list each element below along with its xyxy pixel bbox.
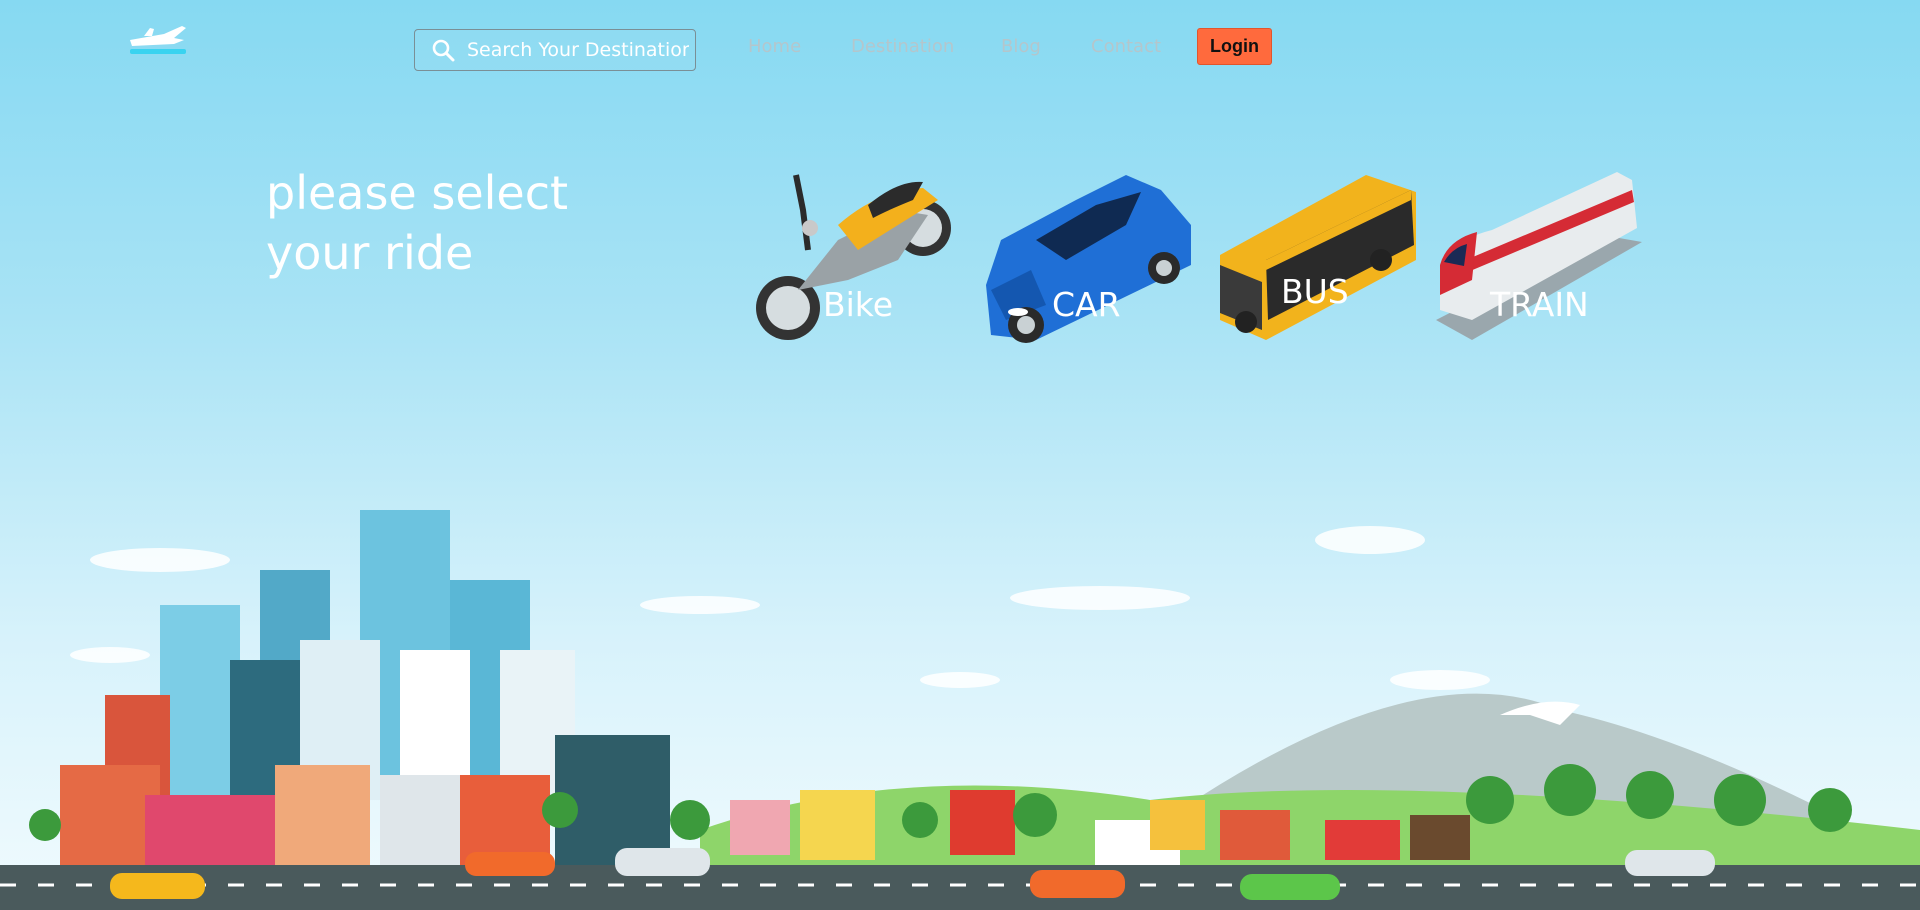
ride-option-train[interactable]: TRAIN: [1432, 170, 1652, 350]
ride-label-bike: Bike: [823, 285, 894, 324]
ride-option-bike[interactable]: Bike: [748, 170, 968, 350]
search-box[interactable]: [414, 29, 696, 71]
ride-label-train: TRAIN: [1490, 285, 1589, 324]
nav-destination[interactable]: Destination: [851, 36, 954, 57]
search-input[interactable]: [465, 38, 691, 62]
ride-label-bus: BUS: [1281, 272, 1349, 311]
city-illustration: [0, 510, 1920, 910]
nav-home[interactable]: Home: [748, 36, 801, 57]
ride-option-car[interactable]: CAR: [976, 170, 1196, 350]
login-button[interactable]: Login: [1197, 28, 1272, 65]
search-icon: [432, 39, 455, 62]
ride-label-car: CAR: [1052, 285, 1121, 324]
ride-option-bus[interactable]: BUS: [1206, 170, 1426, 350]
nav-blog[interactable]: Blog: [1001, 36, 1041, 57]
bus-icon: [1220, 175, 1416, 340]
page-headline: please select your ride: [266, 166, 569, 280]
airplane-logo-icon[interactable]: [124, 22, 192, 58]
nav-contact[interactable]: Contact: [1091, 36, 1161, 57]
